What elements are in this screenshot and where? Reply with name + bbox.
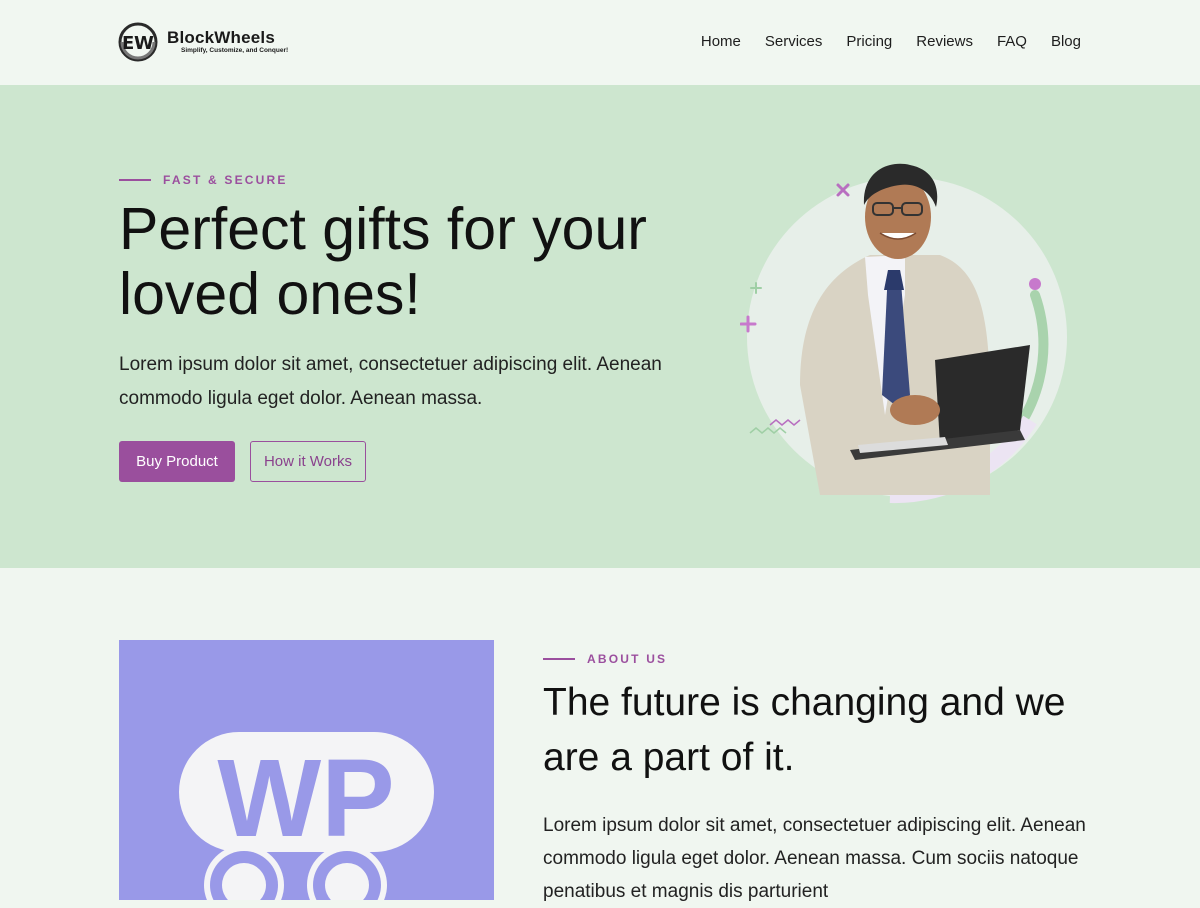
nav-pricing[interactable]: Pricing — [846, 33, 892, 50]
brand-logo[interactable]: E W BlockWheels Simplify, Customize, and… — [118, 22, 288, 62]
about-title: The future is changing and we are a part… — [543, 681, 1066, 779]
svg-text:W: W — [134, 33, 154, 54]
nav-blog[interactable]: Blog — [1051, 33, 1081, 50]
dot-icon — [1029, 278, 1041, 290]
hero-section: FAST & SECURE Perfect gifts for your lov… — [0, 85, 1200, 568]
hero-title: Perfect gifts for your loved ones! — [119, 196, 647, 327]
hero-description: Lorem ipsum dolor sit amet, consectetuer… — [119, 354, 662, 409]
brand-name: BlockWheels — [167, 28, 276, 47]
nav-faq[interactable]: FAQ — [997, 33, 1027, 50]
hero-illustration — [740, 163, 1067, 504]
brand-tagline: Simplify, Customize, and Conquer! — [181, 47, 289, 54]
hero-eyebrow-text: FAST & SECURE — [163, 173, 288, 187]
main-nav: Home Services Pricing Reviews FAQ Blog — [677, 33, 1081, 50]
about-description: Lorem ipsum dolor sit amet, consectetuer… — [543, 815, 1086, 902]
how-it-works-button[interactable]: How it Works — [250, 441, 366, 482]
hero-eyebrow: FAST & SECURE — [119, 173, 288, 187]
nav-reviews[interactable]: Reviews — [916, 33, 973, 50]
eyebrow-divider — [119, 179, 151, 181]
eyebrow-divider — [543, 658, 575, 660]
site-header: E W BlockWheels Simplify, Customize, and… — [0, 0, 1200, 85]
nav-home[interactable]: Home — [701, 33, 741, 50]
logo-icon: E W — [118, 22, 158, 62]
about-eyebrow-text: ABOUT US — [587, 652, 668, 666]
nav-services[interactable]: Services — [765, 33, 823, 50]
about-eyebrow: ABOUT US — [543, 652, 667, 666]
buy-product-button[interactable]: Buy Product — [119, 441, 235, 482]
wp-logo-text: WP — [217, 737, 394, 860]
about-image: WP — [119, 640, 494, 900]
svg-text:E: E — [122, 33, 134, 54]
wp-logo-illustration: WP — [179, 732, 434, 900]
